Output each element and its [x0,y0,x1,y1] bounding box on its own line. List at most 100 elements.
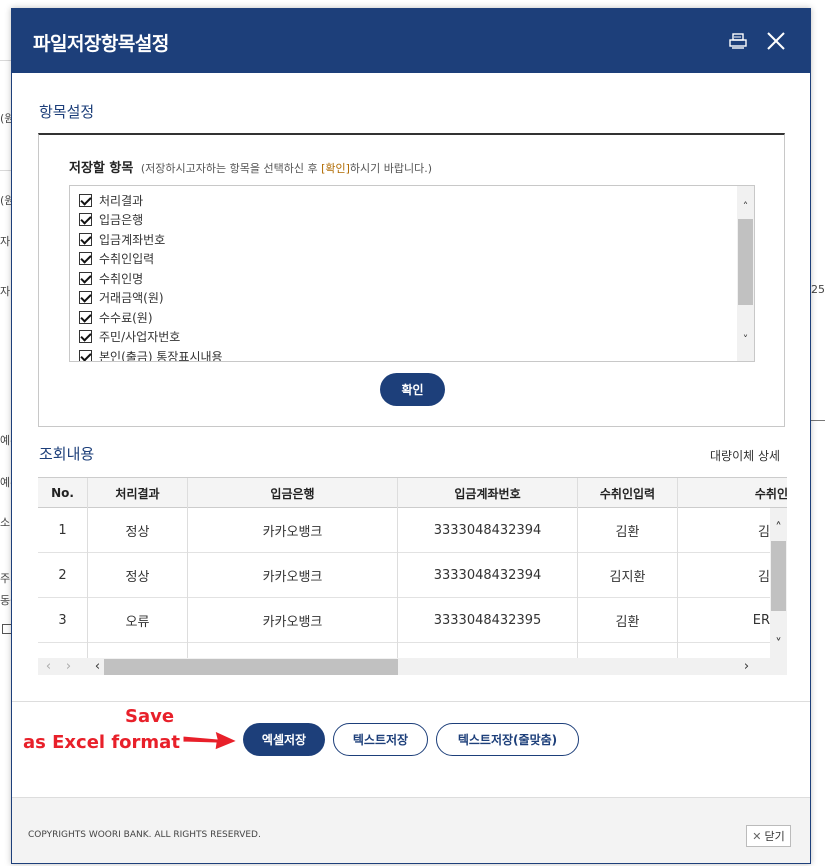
cell-account: 3333048432394 [398,508,578,553]
item-label: 수취인입력 [99,252,155,266]
checkbox[interactable] [79,194,92,207]
item-label: 입금은행 [99,213,144,227]
text-save-aligned-button[interactable]: 텍스트저장(줄맞춤) [436,723,579,756]
copyright-text: COPYRIGHTS WOORI BANK. ALL RIGHTS RESERV… [28,830,261,840]
bg-divider [811,420,825,421]
column-header[interactable]: 입금은행 [188,478,398,508]
cell-payee-input: 김지환 [578,553,678,598]
item-label: 처리결과 [99,194,144,208]
table-row[interactable]: 2 정상 카카오뱅크 3333048432394 김지환 김 [38,553,787,598]
save-items-title: 저장할 항목 [69,161,134,176]
cell-no: 3 [38,598,88,643]
cell-no: 1 [38,508,88,553]
close-icon[interactable] [764,29,788,53]
scrollbar-thumb[interactable] [104,659,398,675]
confirm-button[interactable]: 확인 [380,373,445,406]
cell-result: 정상 [88,553,188,598]
cell-account: 3333048432394 [398,553,578,598]
cell-no: 2 [38,553,88,598]
item-list-scrollbar[interactable]: ˄ ˅ [737,186,754,361]
list-item[interactable]: 본인(출금) 통장표시내용 [79,347,223,362]
list-item[interactable]: 입금은행 [79,210,143,229]
cell-account: 3333048432395 [398,598,578,643]
checkbox[interactable] [79,311,92,324]
checkbox[interactable] [79,330,92,343]
column-header[interactable]: No. [38,478,88,508]
grid-horizontal-scrollbar[interactable]: ‹ › ‹ › [38,658,787,675]
chevron-up-icon[interactable]: ˄ [737,198,754,215]
print-icon[interactable] [726,29,750,53]
list-item[interactable]: 거래금액(원) [79,288,164,307]
chevron-right-icon[interactable]: › [60,658,77,675]
grid-vertical-scrollbar[interactable]: ˄ ˅ [770,508,787,658]
excel-save-button[interactable]: 엑셀저장 [243,723,325,756]
close-icon: ✕ [752,829,762,843]
results-section-title: 조회내용 [39,445,95,463]
item-label: 입금계좌번호 [99,233,166,247]
cell-result: 정상 [88,508,188,553]
cell-payee-input: 김환 [578,598,678,643]
cell-bank: 카카오뱅크 [188,508,398,553]
checkbox[interactable] [79,213,92,226]
close-label: 닫기 [764,830,785,843]
close-button[interactable]: ✕ 닫기 [746,825,791,847]
list-item[interactable]: 처리결과 [79,191,143,210]
annotation-line-1: Save [125,706,175,727]
table-row[interactable]: 3 오류 카카오뱅크 3333048432395 김환 ER [38,598,787,643]
checkbox[interactable] [79,252,92,265]
bg-divider [0,170,11,171]
save-items-label: 저장할 항목 (저장하시고자하는 항목을 선택하신 후 [확인]하시기 바랍니다… [69,157,432,176]
list-item[interactable]: 수취인명 [79,269,143,288]
desc-suffix: 하시기 바랍니다.) [349,162,433,175]
cell-bank: 카카오뱅크 [188,598,398,643]
save-items-description: (저장하시고자하는 항목을 선택하신 후 [확인]하시기 바랍니다.) [141,162,432,175]
desc-highlight: [확인] [321,162,350,175]
dialog-header: 파일저장항목설정 [12,9,810,73]
scrollbar-thumb[interactable] [738,219,753,305]
chevron-up-icon[interactable]: ˄ [770,520,787,537]
item-label: 거래금액(원) [99,291,164,305]
checkbox[interactable] [79,291,92,304]
settings-section-title: 항목설정 [39,103,95,121]
column-header[interactable]: 수취인 [678,478,787,508]
column-header[interactable]: 수취인입력 [578,478,678,508]
dialog-footer: COPYRIGHTS WOORI BANK. ALL RIGHTS RESERV… [12,797,810,863]
annotation-arrow-icon [182,730,239,751]
scrollbar-thumb[interactable] [771,541,786,611]
list-item[interactable]: 주민/사업자번호 [79,327,180,346]
settings-box: 저장할 항목 (저장하시고자하는 항목을 선택하신 후 [확인]하시기 바랍니다… [38,133,785,427]
list-item[interactable]: 입금계좌번호 [79,230,165,249]
bg-text: 자 [0,285,11,298]
item-label: 주민/사업자번호 [99,330,181,344]
chevron-down-icon[interactable]: ˅ [770,636,787,653]
checkbox[interactable] [79,350,92,361]
grid-header: No. 처리결과 입금은행 입금계좌번호 수취인입력 수취인 [38,478,787,508]
bg-divider [0,60,11,61]
chevron-down-icon[interactable]: ˅ [737,331,754,348]
list-item[interactable]: 수수료(원) [79,308,153,327]
cell-payee-input: 김환 [578,508,678,553]
checkbox[interactable] [79,233,92,246]
checkbox[interactable] [79,272,92,285]
chevron-left-icon[interactable]: ‹ [40,658,57,675]
cell-result: 오류 [88,598,188,643]
save-item-list: 처리결과 입금은행 입금계좌번호 수취인입력 수취인명 거래금액(원) 수수료(… [69,185,755,362]
bg-text: 자 [0,235,11,248]
cell-bank: 카카오뱅크 [188,553,398,598]
column-header[interactable]: 처리결과 [88,478,188,508]
item-label: 수수료(원) [99,311,153,325]
list-item[interactable]: 수취인입력 [79,249,154,268]
column-header[interactable]: 입금계좌번호 [398,478,578,508]
dialog-title: 파일저장항목설정 [33,33,169,55]
desc-prefix: (저장하시고자하는 항목을 선택하신 후 [140,162,322,175]
annotation-line-2: as Excel format [23,732,180,753]
item-label: 수취인명 [99,272,144,286]
chevron-right-icon[interactable]: › [738,658,755,675]
bulk-transfer-detail-link[interactable]: 대량이체 상세 [710,447,780,464]
bg-text: 25 [811,283,825,296]
text-save-button[interactable]: 텍스트저장 [333,723,428,756]
item-label: 본인(출금) 통장표시내용 [99,350,223,362]
table-row[interactable]: 1 정상 카카오뱅크 3333048432394 김환 김 [38,508,787,553]
results-grid: No. 처리결과 입금은행 입금계좌번호 수취인입력 수취인 1 정상 카카오뱅… [38,477,787,675]
action-divider [12,701,810,702]
